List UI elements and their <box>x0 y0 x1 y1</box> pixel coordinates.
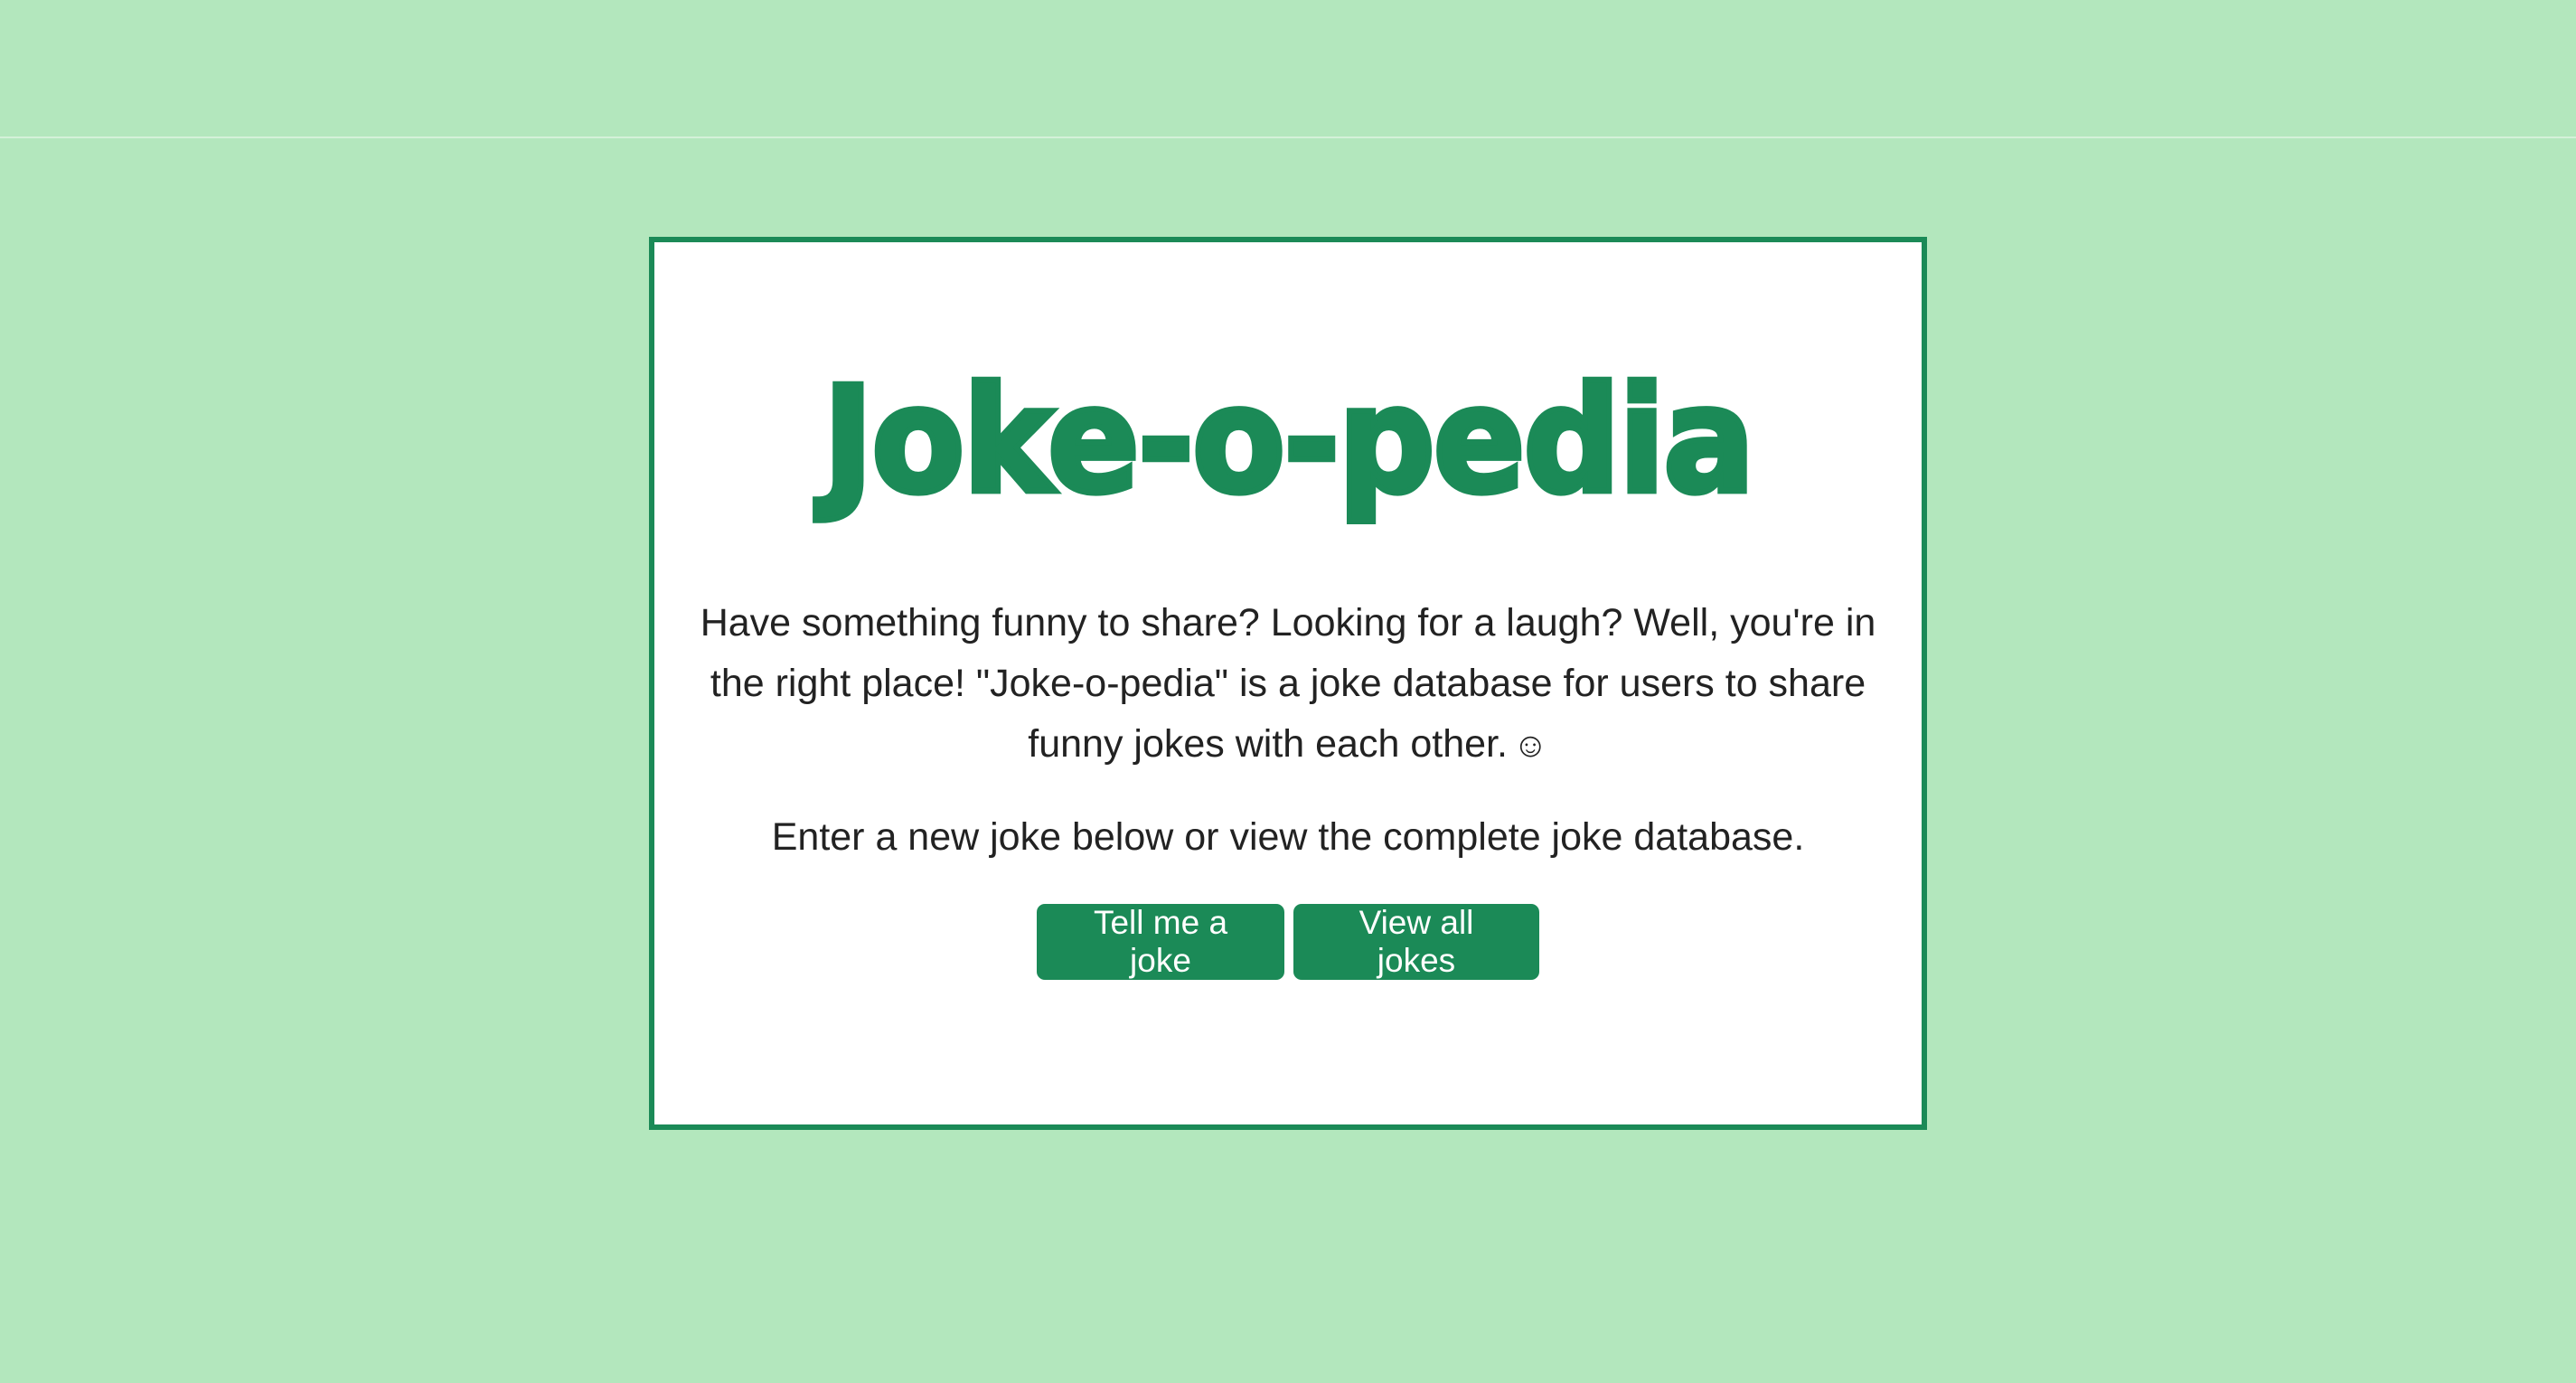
intro-paragraph: Have something funny to share? Looking f… <box>696 593 1880 776</box>
prompt-paragraph: Enter a new joke below or view the compl… <box>771 815 1805 859</box>
view-all-jokes-button[interactable]: View all jokes <box>1293 904 1539 980</box>
welcome-card: Joke-o-pedia Have something funny to sha… <box>649 237 1927 1130</box>
tell-me-a-joke-button[interactable]: Tell me a joke <box>1037 904 1284 980</box>
intro-text: Have something funny to share? Looking f… <box>700 601 1876 766</box>
top-navbar <box>0 0 2576 138</box>
site-logo: Joke-o-pedia <box>820 356 1757 526</box>
action-buttons: Tell me a joke View all jokes <box>1037 904 1539 980</box>
smiley-icon: ☺ <box>1512 727 1548 765</box>
